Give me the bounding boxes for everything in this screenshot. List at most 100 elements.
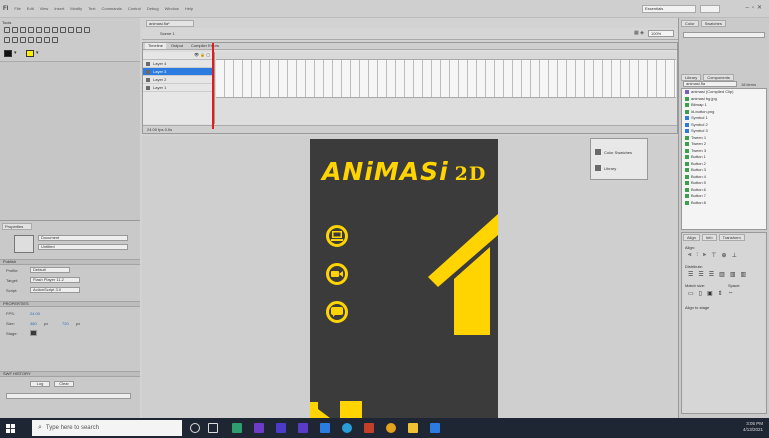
color-type-dropdown[interactable] bbox=[683, 32, 765, 38]
log-button[interactable]: Log bbox=[30, 381, 50, 387]
layer-row[interactable]: Layer 2 bbox=[143, 76, 214, 84]
align-top-icon[interactable]: ⊤ bbox=[711, 252, 716, 259]
menu-modify[interactable]: Modify bbox=[70, 6, 82, 11]
distribute-left-icon[interactable]: ▥ bbox=[719, 271, 725, 278]
distribute-bottom-icon[interactable]: ☰ bbox=[709, 271, 714, 278]
menu-control[interactable]: Control bbox=[128, 6, 141, 11]
align-right-icon[interactable]: ⫸ bbox=[703, 252, 706, 259]
stage-color-swatch[interactable] bbox=[30, 330, 37, 336]
align-bottom-icon[interactable]: ⊥ bbox=[732, 252, 737, 259]
fill-dropdown-icon[interactable]: ▾ bbox=[36, 50, 39, 56]
menu-view[interactable]: View bbox=[40, 6, 49, 11]
edit-scene-icon[interactable]: ▦ ◈ bbox=[634, 30, 644, 36]
align-center-icon[interactable]: ⫶ bbox=[696, 252, 698, 259]
tab-compiler-errors[interactable]: Compiler Errors bbox=[188, 43, 222, 49]
edge-icon[interactable] bbox=[342, 423, 352, 433]
premiere-icon[interactable] bbox=[254, 423, 264, 433]
playhead[interactable] bbox=[212, 43, 214, 129]
space-horizontal-icon[interactable]: ⇔ bbox=[728, 290, 734, 297]
eyedropper-tool-icon[interactable] bbox=[28, 37, 34, 43]
text-tool-icon[interactable] bbox=[52, 27, 58, 33]
deco-tool-icon[interactable] bbox=[4, 37, 10, 43]
distribute-vcenter-icon[interactable]: ☰ bbox=[698, 271, 703, 278]
swatches-item[interactable]: Color Swatches bbox=[595, 149, 632, 155]
library-item[interactable]: Library bbox=[595, 165, 616, 171]
system-clock[interactable]: 3:05 PM 4/13/2021 bbox=[743, 421, 763, 433]
zoom-tool-icon[interactable] bbox=[52, 37, 58, 43]
match-both-icon[interactable]: ▣ bbox=[707, 290, 713, 297]
document-name-field[interactable]: Untitled bbox=[38, 244, 128, 250]
menu-commands[interactable]: Commands bbox=[101, 6, 121, 11]
menu-text[interactable]: Text bbox=[88, 6, 95, 11]
eraser-tool-icon[interactable] bbox=[36, 37, 42, 43]
brush-tool-icon[interactable] bbox=[84, 27, 90, 33]
tab-library[interactable]: Library bbox=[681, 74, 702, 81]
menu-edit[interactable]: Edit bbox=[27, 6, 34, 11]
clear-button[interactable]: Clear bbox=[54, 381, 74, 387]
menu-help[interactable]: Help bbox=[185, 6, 193, 11]
rectangle-tool-icon[interactable] bbox=[68, 27, 74, 33]
app-icon-2[interactable] bbox=[320, 423, 330, 433]
library-item[interactable]: Button 8 bbox=[682, 200, 766, 207]
profile-dropdown[interactable]: Default bbox=[30, 267, 70, 273]
tab-output[interactable]: Output bbox=[168, 43, 186, 49]
layer-row[interactable]: Layer 1 bbox=[143, 84, 214, 92]
taskbar-search[interactable]: ⌕ Type here to search bbox=[32, 420, 182, 436]
stage[interactable]: ANiMASi 2D bbox=[310, 139, 498, 418]
app-icon-1[interactable] bbox=[232, 423, 242, 433]
selection-tool-icon[interactable] bbox=[4, 27, 10, 33]
tab-color[interactable]: Color bbox=[681, 20, 699, 27]
layer-row-selected[interactable]: Layer 3 bbox=[143, 68, 214, 76]
tab-align[interactable]: Align bbox=[683, 234, 700, 241]
distribute-top-icon[interactable]: ☰ bbox=[688, 271, 693, 278]
align-middle-icon[interactable]: ⊕ bbox=[722, 252, 727, 259]
size-height-value[interactable]: 720 bbox=[62, 321, 69, 326]
3d-rotation-tool-icon[interactable] bbox=[28, 27, 34, 33]
library-document-dropdown[interactable]: animasi.fla bbox=[683, 81, 737, 87]
swf-history-section-header[interactable]: SWF HISTORY bbox=[0, 371, 140, 377]
properties-section-header[interactable]: PROPERTIES bbox=[0, 301, 140, 307]
match-width-icon[interactable]: ▭ bbox=[688, 290, 694, 297]
tab-info[interactable]: Info bbox=[701, 234, 717, 241]
adobe-app-icon-2[interactable] bbox=[298, 423, 308, 433]
lasso-tool-icon[interactable] bbox=[36, 27, 42, 33]
menu-file[interactable]: File bbox=[14, 6, 20, 11]
stroke-color-swatch[interactable] bbox=[4, 50, 12, 57]
stroke-dropdown-icon[interactable]: ▾ bbox=[14, 50, 17, 56]
free-transform-tool-icon[interactable] bbox=[20, 27, 26, 33]
zoom-dropdown[interactable]: 100% bbox=[648, 30, 674, 37]
line-tool-icon[interactable] bbox=[60, 27, 66, 33]
space-vertical-icon[interactable]: ⇕ bbox=[718, 290, 723, 297]
align-left-icon[interactable]: ⫷ bbox=[688, 252, 691, 259]
hand-tool-icon[interactable] bbox=[44, 37, 50, 43]
help-search-input[interactable] bbox=[700, 5, 720, 13]
windows-start-icon[interactable] bbox=[6, 424, 15, 433]
word-icon[interactable] bbox=[430, 423, 440, 433]
pencil-tool-icon[interactable] bbox=[76, 27, 82, 33]
adobe-app-icon[interactable] bbox=[276, 423, 286, 433]
publish-section-header[interactable]: Publish bbox=[0, 259, 140, 265]
tab-swatches[interactable]: Swatches bbox=[700, 20, 726, 27]
subselection-tool-icon[interactable] bbox=[12, 27, 18, 33]
tab-timeline[interactable]: Timeline bbox=[145, 43, 166, 49]
document-tab[interactable]: animasi.fla* bbox=[146, 20, 194, 27]
tab-transform[interactable]: Transform bbox=[718, 234, 745, 241]
distribute-right-icon[interactable]: ▥ bbox=[741, 271, 747, 278]
properties-tab[interactable]: Properties bbox=[2, 223, 32, 230]
chrome-icon[interactable] bbox=[386, 423, 396, 433]
cortana-icon[interactable] bbox=[190, 423, 200, 433]
menu-debug[interactable]: Debug bbox=[147, 6, 159, 11]
tab-components[interactable]: Components bbox=[703, 74, 734, 81]
distribute-hcenter-icon[interactable]: ▥ bbox=[730, 271, 736, 278]
window-controls[interactable]: –▫✕ bbox=[746, 4, 766, 11]
workspace-dropdown[interactable]: Essentials bbox=[642, 5, 696, 13]
align-to-stage-checkbox[interactable]: Align to stage bbox=[685, 305, 709, 310]
menu-window[interactable]: Window bbox=[165, 6, 179, 11]
match-height-icon[interactable]: ▯ bbox=[699, 290, 702, 297]
pen-tool-icon[interactable] bbox=[44, 27, 50, 33]
script-dropdown[interactable]: ActionScript 3.0 bbox=[30, 287, 80, 293]
flash-app-icon[interactable] bbox=[364, 423, 374, 433]
fill-color-swatch[interactable] bbox=[26, 50, 34, 57]
task-view-icon[interactable] bbox=[208, 423, 218, 433]
frame-ruler[interactable] bbox=[216, 52, 676, 60]
